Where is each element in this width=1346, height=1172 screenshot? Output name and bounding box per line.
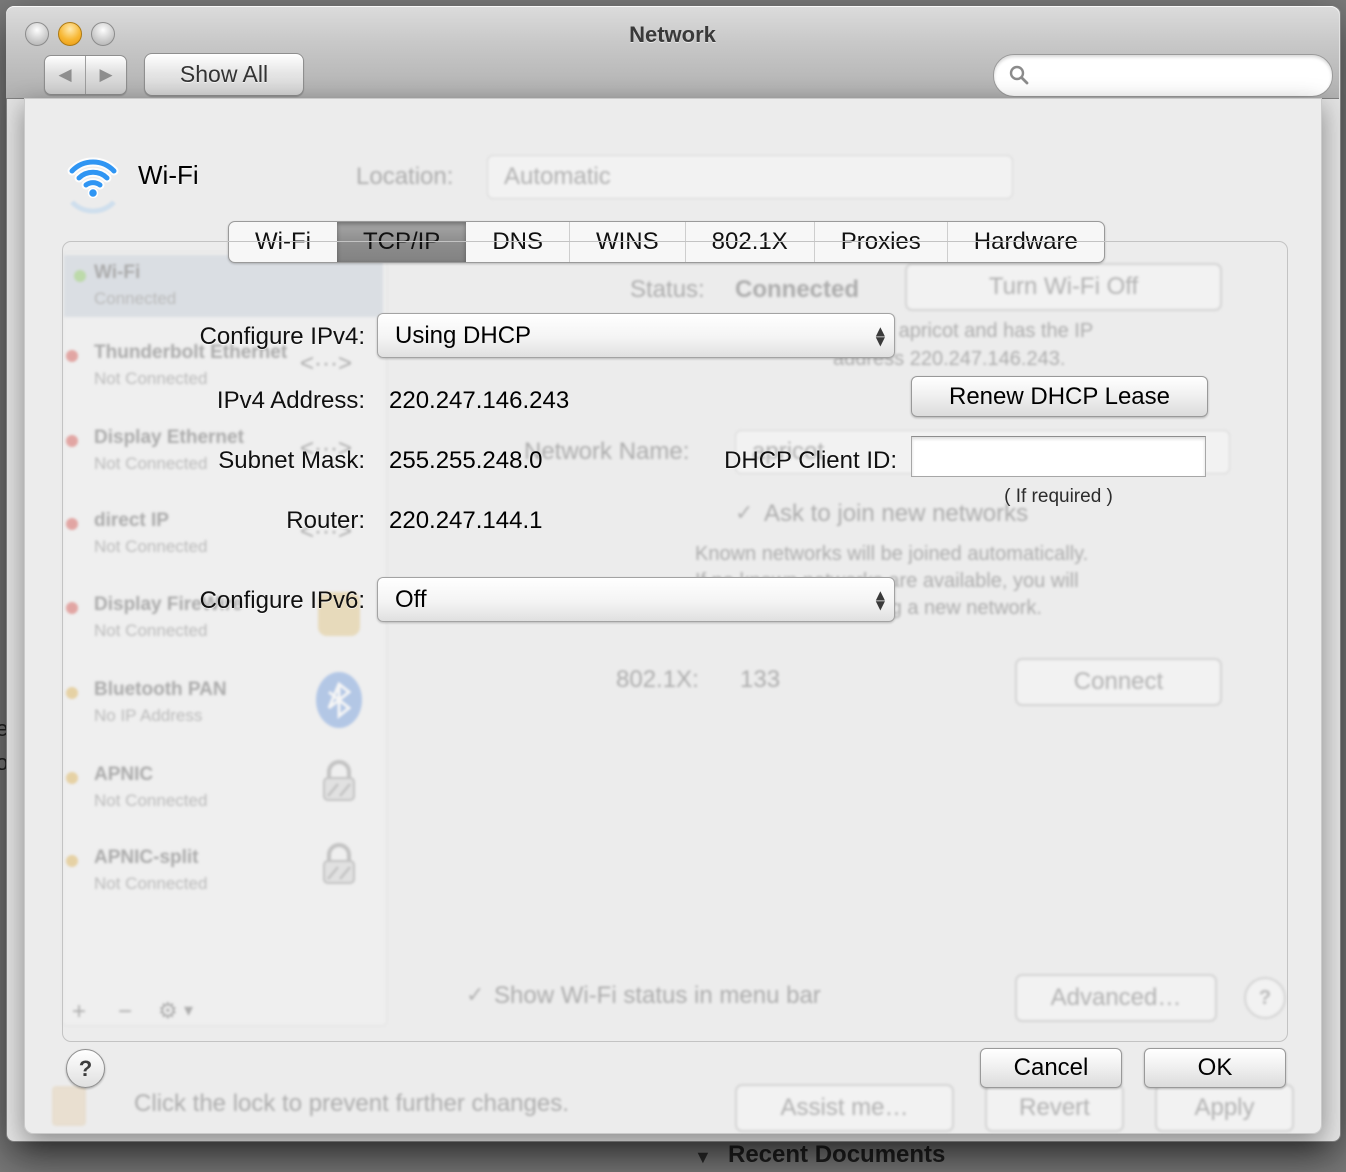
configure-ipv6-select[interactable]: Off ▲ ▼ — [377, 577, 895, 622]
renew-dhcp-lease-button[interactable]: Renew DHCP Lease — [911, 376, 1208, 417]
configure-ipv4-label: Configure IPv4: — [120, 323, 365, 351]
zoom-button[interactable] — [91, 22, 115, 46]
help-button[interactable]: ? — [66, 1049, 105, 1088]
cancel-button[interactable]: Cancel — [980, 1048, 1122, 1088]
screen: e o ▼ Recent Documents Network ◀ ▶ Show … — [0, 0, 1346, 1172]
dhcp-client-id-note: ( If required ) — [911, 486, 1206, 508]
service-title: Wi-Fi — [138, 160, 199, 191]
back-button[interactable]: ◀ — [45, 56, 85, 94]
configure-ipv4-value: Using DHCP — [395, 322, 531, 350]
close-button[interactable] — [25, 22, 49, 46]
disclosure-triangle-icon: ▼ — [694, 1147, 712, 1168]
configure-ipv4-select[interactable]: Using DHCP ▲ ▼ — [377, 313, 895, 358]
dhcp-client-id-input[interactable] — [911, 436, 1206, 477]
wifi-icon-reflection — [64, 196, 122, 227]
configure-ipv6-label: Configure IPv6: — [120, 587, 365, 615]
router-value: 220.247.144.1 — [389, 507, 542, 535]
show-all-button[interactable]: Show All — [144, 53, 304, 96]
stepper-icon: ▲ ▼ — [876, 326, 885, 346]
minimize-button[interactable] — [58, 22, 82, 46]
back-arrow-icon: ◀ — [58, 65, 71, 85]
subnet-mask-label: Subnet Mask: — [120, 447, 365, 475]
recent-documents-menu-item: Recent Documents — [728, 1141, 945, 1169]
router-label: Router: — [120, 507, 365, 535]
ipv4-address-label: IPv4 Address: — [120, 387, 365, 415]
forward-arrow-icon: ▶ — [99, 65, 112, 85]
subnet-mask-value: 255.255.248.0 — [389, 447, 542, 475]
configure-ipv6-value: Off — [395, 586, 427, 614]
dhcp-client-id-label: DHCP Client ID: — [640, 447, 897, 475]
window-title: Network — [6, 22, 1339, 48]
stepper-down-icon: ▼ — [876, 336, 885, 346]
wifi-icon — [64, 146, 122, 203]
nav-back-forward: ◀ ▶ — [44, 55, 127, 95]
search-icon — [1008, 64, 1030, 86]
forward-button[interactable]: ▶ — [85, 56, 126, 94]
ok-button[interactable]: OK — [1144, 1048, 1286, 1088]
stepper-down-icon: ▼ — [876, 600, 885, 610]
search-input[interactable] — [993, 54, 1333, 97]
ipv4-address-value: 220.247.146.243 — [389, 387, 569, 415]
stepper-icon: ▲ ▼ — [876, 590, 885, 610]
tab-content-pane — [62, 241, 1288, 1042]
